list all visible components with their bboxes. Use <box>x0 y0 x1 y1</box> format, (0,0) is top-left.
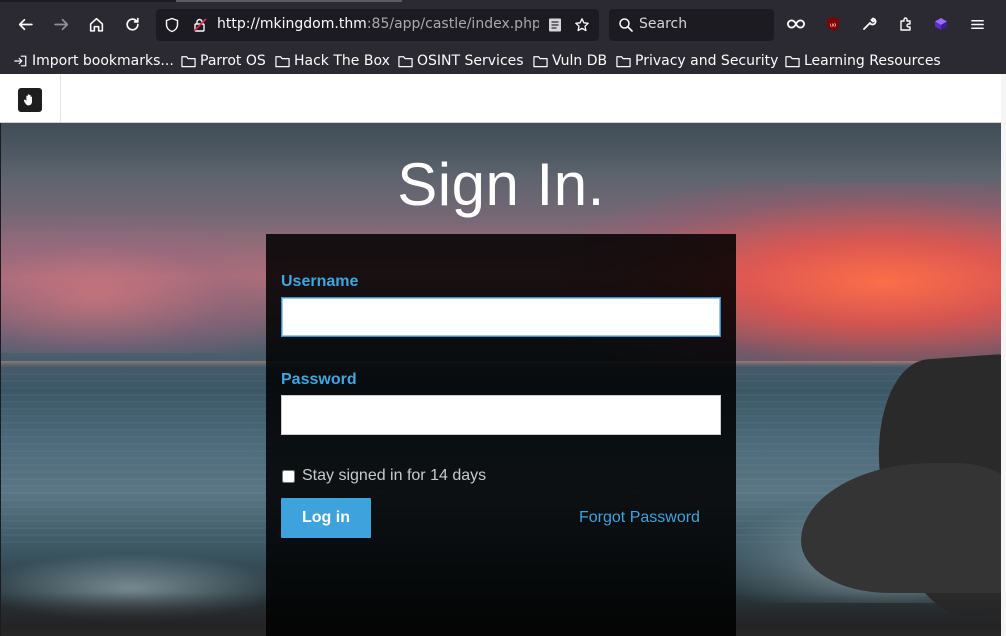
reload-icon <box>125 17 139 31</box>
url-bar[interactable]: http://mkingdom.thm:85/app/castle/index.… <box>156 9 599 41</box>
ublock-shield-icon: uo <box>827 17 839 31</box>
extensions-button[interactable] <box>896 14 916 34</box>
bookmark-star-icon[interactable] <box>574 17 590 33</box>
active-tab-indicator[interactable] <box>176 0 402 2</box>
folder-icon <box>398 56 413 68</box>
bookmark-folder-parrot-os[interactable]: Parrot OS <box>181 51 266 71</box>
password-input[interactable] <box>281 395 721 435</box>
bookmarks-toolbar: Import bookmarks... Parrot OS Hack The B… <box>0 48 1006 74</box>
forward-arrow-icon <box>53 18 68 30</box>
bookmark-folder-learning-resources[interactable]: Learning Resources <box>785 51 941 71</box>
cms-header-bar <box>0 74 1006 123</box>
bookmark-label: Learning Resources <box>804 53 941 69</box>
search-box[interactable]: Search <box>609 9 774 41</box>
url-text[interactable]: http://mkingdom.thm:85/app/castle/index.… <box>217 16 539 34</box>
username-label: Username <box>281 273 359 290</box>
bookmark-label: Privacy and Security <box>635 53 779 69</box>
back-arrow-icon <box>18 18 33 30</box>
hamburger-menu-icon <box>970 19 984 29</box>
reader-view-icon[interactable] <box>547 17 563 33</box>
bookmark-folder-hack-the-box[interactable]: Hack The Box <box>275 51 390 71</box>
folder-icon <box>533 56 548 68</box>
search-placeholder: Search <box>639 16 688 32</box>
insecure-lock-icon[interactable] <box>192 17 208 33</box>
tab-strip-edge <box>0 0 176 2</box>
remember-me-checkbox[interactable] <box>282 469 295 483</box>
page-title: Sign In. <box>397 151 605 218</box>
bookmark-folder-privacy-and-security[interactable]: Privacy and Security <box>616 51 778 71</box>
url-host: http://mkingdom.thm <box>217 16 367 32</box>
bookmark-label: OSINT Services <box>417 53 524 69</box>
import-icon <box>14 55 27 67</box>
browser-toolbar: http://mkingdom.thm:85/app/castle/index.… <box>0 0 1006 48</box>
login-form-panel: Username Password Stay signed in for 14 … <box>266 234 736 636</box>
url-path: :85/app/castle/index.php <box>366 16 539 32</box>
home-button[interactable] <box>81 9 111 39</box>
account-extension-button[interactable] <box>931 14 951 34</box>
bookmark-label: Vuln DB <box>552 53 608 69</box>
concrete-cms-logo[interactable] <box>18 88 42 112</box>
login-background: Sign In. Username Password Stay signed i… <box>1 123 1001 636</box>
puzzle-icon <box>900 17 911 31</box>
logo-container <box>0 74 61 122</box>
folder-icon <box>181 56 196 68</box>
forward-button[interactable] <box>46 9 76 39</box>
bookmark-label: Parrot OS <box>200 53 266 69</box>
password-label: Password <box>281 371 357 388</box>
folder-icon <box>275 56 290 68</box>
hand-logo-icon <box>24 94 32 106</box>
remember-me-label[interactable]: Stay signed in for 14 days <box>302 467 486 485</box>
home-icon <box>89 17 103 32</box>
login-button[interactable]: Log in <box>281 498 371 538</box>
forgot-password-link[interactable]: Forgot Password <box>579 509 700 527</box>
bookmark-folder-vuln-db[interactable]: Vuln DB <box>533 51 607 71</box>
background-left-glow <box>1 213 301 353</box>
folder-icon <box>785 56 800 68</box>
purple-cube-icon <box>935 18 947 30</box>
search-icon <box>619 18 633 32</box>
ublock-extension-button[interactable]: uo <box>823 14 843 34</box>
foxyproxy-extension-button[interactable] <box>786 14 806 34</box>
bookmark-label: Hack The Box <box>294 53 390 69</box>
bookmark-label: Import bookmarks... <box>32 53 174 69</box>
svg-text:uo: uo <box>830 23 837 29</box>
bookmark-import[interactable]: Import bookmarks... <box>13 51 174 71</box>
app-menu-button[interactable] <box>967 14 987 34</box>
infinity-icon <box>787 19 805 29</box>
folder-icon <box>616 56 631 68</box>
back-button[interactable] <box>10 9 40 39</box>
reload-button[interactable] <box>117 9 147 39</box>
shield-icon[interactable] <box>164 17 180 33</box>
page-scroll-edge <box>1001 74 1006 636</box>
wrench-extension-button[interactable] <box>859 14 879 34</box>
remember-me-row: Stay signed in for 14 days <box>282 467 486 485</box>
bookmark-folder-osint-services[interactable]: OSINT Services <box>398 51 524 71</box>
wrench-icon <box>863 17 877 30</box>
username-input[interactable] <box>281 297 721 337</box>
